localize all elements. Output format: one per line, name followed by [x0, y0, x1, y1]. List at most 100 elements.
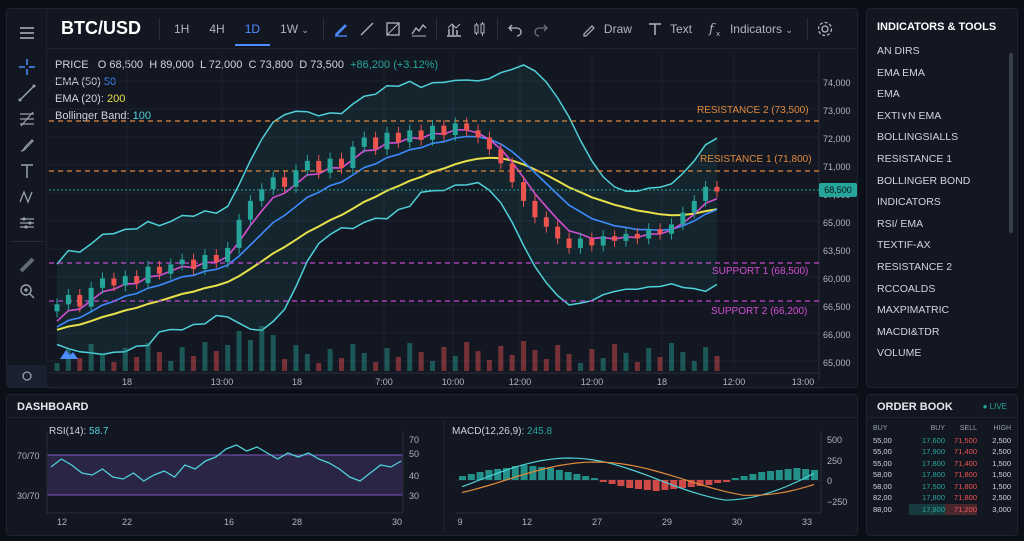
timeframe-1w[interactable]: 1W ⌄: [270, 22, 319, 36]
indicator-item[interactable]: MACDI&TDR: [867, 322, 1017, 344]
candle-body: [691, 200, 697, 213]
indicator-item[interactable]: MAXPIMATRIC: [867, 300, 1017, 322]
indicator-item[interactable]: EXTI∨N EMA: [867, 106, 1017, 128]
candle-body: [646, 229, 652, 239]
order-book-row[interactable]: 55,00 17,800 71,400 1,500: [873, 458, 1013, 470]
zoom-icon[interactable]: [15, 279, 39, 303]
bb-value: 100: [132, 110, 152, 122]
indicators-scrollbar[interactable]: [1009, 53, 1013, 233]
rsi-x-axis-label: 16: [224, 517, 234, 527]
order-book-cell: 1,500: [992, 458, 1011, 468]
line-icon[interactable]: [354, 16, 380, 42]
ruler-icon[interactable]: [15, 253, 39, 277]
ob-header-1: BUY: [930, 425, 945, 432]
macd-histogram-bar: [731, 478, 739, 480]
volume-bar: [213, 351, 219, 371]
order-book-cell: 2,500: [992, 435, 1011, 445]
order-book-row[interactable]: 88,00 17,800 71,200 3,000: [873, 503, 1013, 515]
fib-tool-icon[interactable]: [15, 107, 39, 131]
indicator-item[interactable]: VOLUME: [867, 343, 1017, 365]
draw-button[interactable]: Draw: [602, 22, 642, 36]
bar-chart-icon[interactable]: [441, 16, 467, 42]
candle-body: [532, 200, 538, 218]
area-chart-icon[interactable]: [406, 16, 432, 42]
timeframe-1d[interactable]: 1D: [234, 22, 271, 46]
timeframe-4h[interactable]: 4H: [199, 22, 234, 36]
gear-icon[interactable]: [812, 16, 838, 42]
undo-icon[interactable]: [502, 16, 528, 42]
indicator-item[interactable]: BOLLINGSIALLS: [867, 127, 1017, 149]
candles-icon[interactable]: [467, 16, 493, 42]
volume-bar: [452, 356, 458, 371]
indicator-item[interactable]: RCCOALDS: [867, 279, 1017, 301]
macd-histogram-bar: [564, 472, 572, 480]
order-book-row[interactable]: 58,00 17,800 71,800 1,500: [873, 469, 1013, 481]
indicator-item[interactable]: TEXTIF-AX: [867, 235, 1017, 257]
settings-sliders-icon[interactable]: [15, 211, 39, 235]
volume-bar: [100, 353, 106, 371]
order-book-row[interactable]: 58,00 17,500 71,800 1,500: [873, 481, 1013, 493]
indicator-item[interactable]: RSI/ EMA: [867, 214, 1017, 236]
order-book-row[interactable]: 82,00 17,800 71,800 2,500: [873, 492, 1013, 504]
order-book-cell: 17,800: [922, 458, 945, 468]
text-tool-icon[interactable]: [15, 159, 39, 183]
symbol-title[interactable]: BTC/USD: [47, 18, 155, 39]
rectangle-icon[interactable]: [380, 16, 406, 42]
indicators-panel-title: INDICATORS & TOOLS: [877, 21, 997, 33]
indicator-item[interactable]: RESISTANCE 2: [867, 257, 1017, 279]
svg-text:x: x: [716, 30, 720, 37]
volume-bar: [600, 358, 606, 371]
indicator-item[interactable]: AN DIRS: [867, 41, 1017, 63]
volume-bar: [612, 344, 618, 371]
live-badge: ● LIVE: [982, 402, 1007, 411]
volume-bar: [395, 357, 401, 371]
brush-icon[interactable]: [15, 133, 39, 157]
ema50-line: [56, 135, 718, 328]
order-book-cell: 3,000: [992, 504, 1011, 514]
order-book-cell: 55,00: [873, 447, 892, 456]
indicators-button[interactable]: Indicators ⌄: [728, 22, 803, 36]
crosshair-icon[interactable]: [15, 55, 39, 79]
volume-bar: [714, 356, 720, 371]
svg-text:f: f: [708, 22, 716, 37]
order-book-row[interactable]: 55,00 17,900 71,400 2,500: [873, 446, 1013, 458]
text-icon: [642, 16, 668, 42]
indicator-item[interactable]: EMA: [867, 84, 1017, 106]
chart-settings-button[interactable]: [7, 365, 47, 387]
redo-icon[interactable]: [528, 16, 554, 42]
high-value: H 89,000: [149, 59, 194, 71]
indicator-item[interactable]: RESISTANCE 1: [867, 149, 1017, 171]
timeframe-1h[interactable]: 1H: [164, 22, 199, 36]
rsi-right-axis-label: 30: [409, 491, 419, 501]
order-book-header: BUY BUY SELL HIGH: [873, 423, 1013, 435]
chevron-down-icon: ⌄: [785, 24, 793, 35]
menu-icon[interactable]: [15, 21, 39, 45]
macd-x-axis-label: 29: [662, 517, 672, 527]
order-book-row[interactable]: 55,00 17,600 71,500 2,500: [873, 435, 1013, 447]
pattern-icon[interactable]: [15, 185, 39, 209]
candle-body: [77, 294, 83, 307]
macd-histogram-bar: [547, 468, 554, 480]
order-book-cell: 71,400: [954, 447, 977, 456]
volume-bar: [566, 354, 572, 371]
ob-header-0: BUY: [873, 425, 888, 432]
macd-x-axis-label: 33: [802, 517, 812, 527]
macd-histogram-bar: [758, 472, 766, 480]
indicator-item[interactable]: VOLUME 5: [867, 365, 1017, 371]
ema50-label: EMA (50): [55, 76, 101, 88]
pencil-icon[interactable]: [328, 16, 354, 42]
time-axis-label: 18: [292, 377, 302, 387]
price-legend: PRICE O 68,500 H 89,000 L 72,000 C 73,80…: [55, 59, 438, 71]
support-1-label: SUPPORT 1 (68,500): [712, 266, 809, 277]
indicator-item[interactable]: INDICATORS: [867, 192, 1017, 214]
trendline-icon[interactable]: [15, 81, 39, 105]
price-axis-label: 71,000: [823, 162, 851, 172]
rsi-x-axis-label: 28: [292, 517, 302, 527]
volume-bar: [282, 359, 288, 371]
indicator-item[interactable]: BOLLINGER BOND: [867, 171, 1017, 193]
indicator-item[interactable]: EMA EMA: [867, 63, 1017, 85]
macd-right-axis-label: 0: [827, 476, 832, 486]
volume-bar: [179, 347, 185, 371]
text-button[interactable]: Text: [668, 22, 702, 36]
order-book-cell: 71,500: [954, 435, 977, 445]
